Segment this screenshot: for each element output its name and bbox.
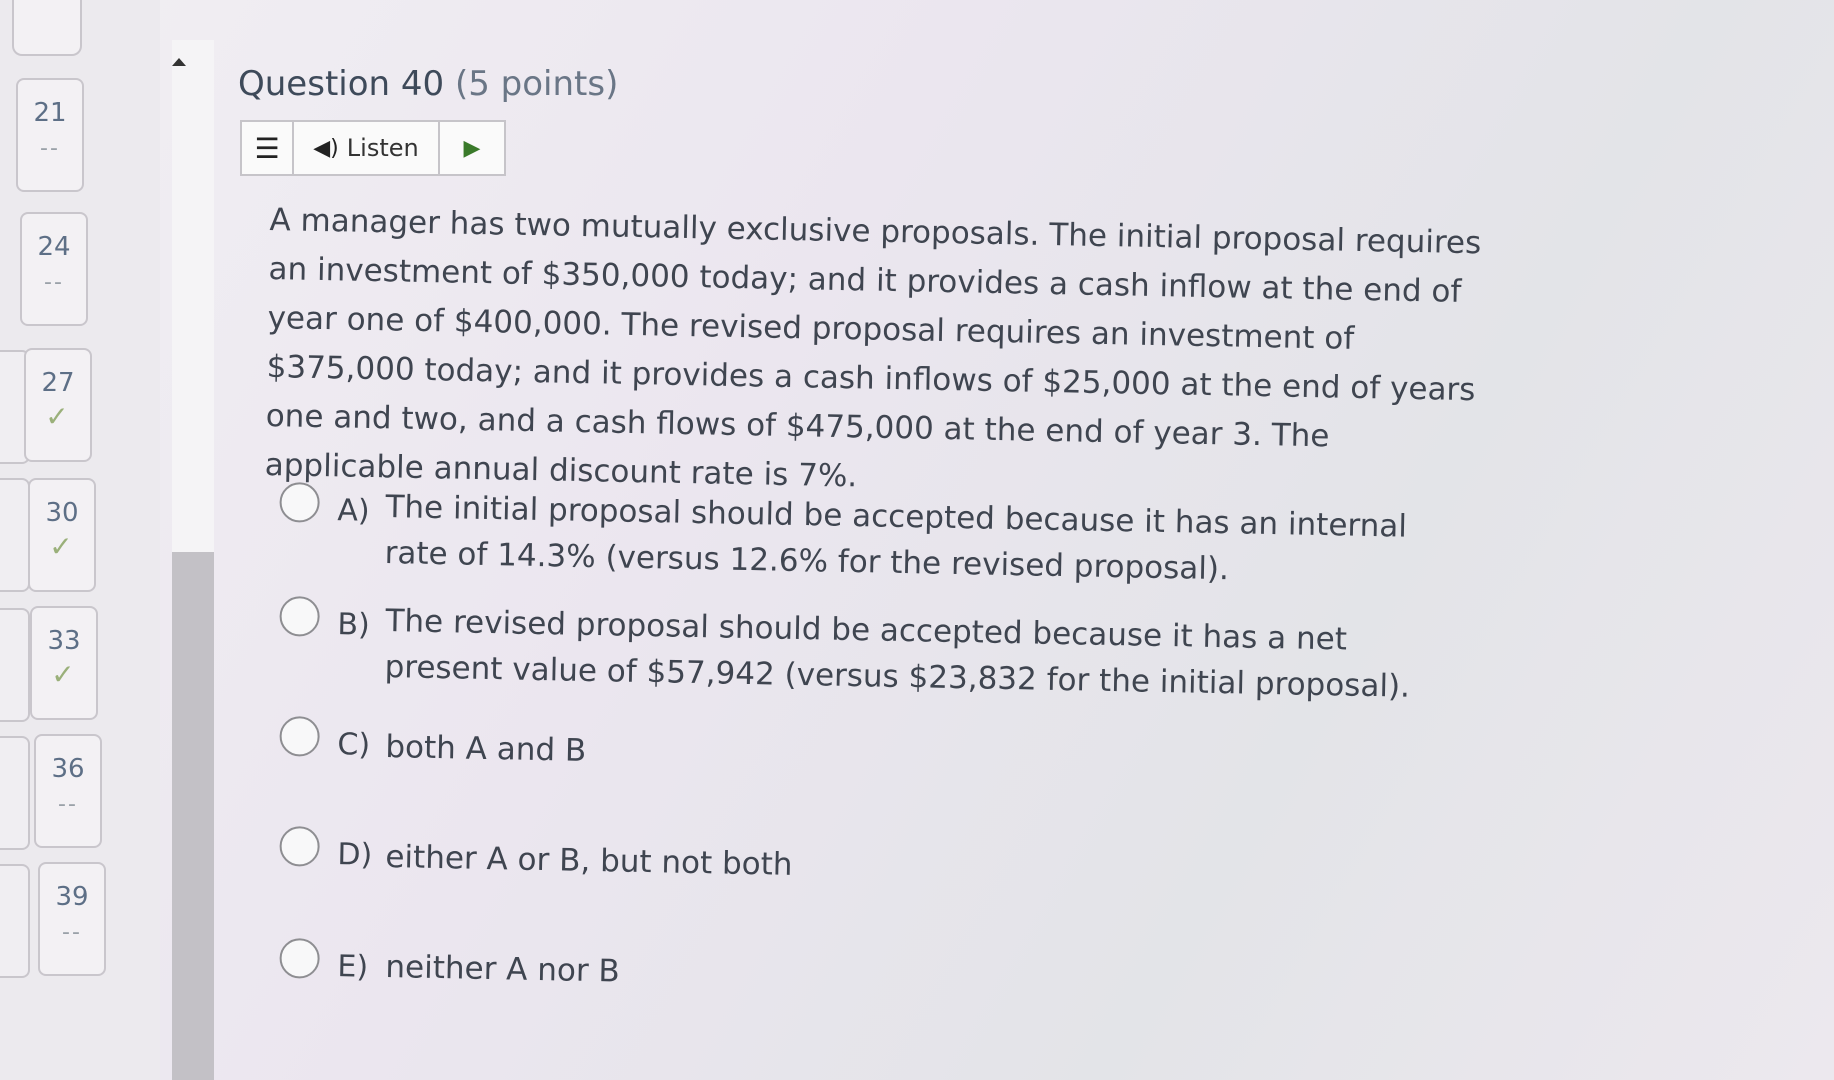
listen-label: Listen bbox=[346, 134, 419, 162]
radio-button[interactable] bbox=[279, 482, 320, 523]
question-status: -- bbox=[40, 136, 60, 161]
answer-option-d[interactable]: D) either A or B, but not both bbox=[279, 826, 1480, 883]
option-text: The revised proposal should be accepted … bbox=[384, 603, 1411, 705]
question-status: -- bbox=[44, 270, 64, 295]
option-letter: A) bbox=[337, 493, 371, 529]
question-status: -- bbox=[62, 920, 82, 945]
question-title: Question 40 (5 points) bbox=[238, 64, 618, 104]
option-letter: C) bbox=[337, 727, 371, 763]
question-navigator: 21 -- 24 -- 27 ✓ 30 ✓ 33 ✓ 36 -- 39 -- bbox=[0, 0, 160, 1080]
answered-check-icon: ✓ bbox=[45, 400, 71, 433]
radio-button[interactable] bbox=[279, 826, 320, 867]
answered-check-icon: ✓ bbox=[51, 658, 77, 691]
option-letter: E) bbox=[337, 949, 369, 985]
question-card-24[interactable]: 24 -- bbox=[20, 212, 88, 326]
question-number: 33 bbox=[47, 626, 81, 656]
answer-option-c[interactable]: C) both A and B bbox=[279, 716, 1480, 769]
question-number: 30 bbox=[45, 498, 79, 528]
question-card-partial bbox=[0, 864, 30, 978]
play-icon[interactable]: ▶ bbox=[440, 122, 504, 174]
scroll-up-arrow-icon[interactable] bbox=[172, 58, 186, 66]
question-card-27[interactable]: 27 ✓ bbox=[24, 348, 92, 462]
question-card-previous[interactable] bbox=[12, 0, 82, 56]
radio-button[interactable] bbox=[279, 596, 320, 637]
question-card-partial bbox=[0, 478, 30, 592]
option-text: The initial proposal should be accepted … bbox=[384, 489, 1408, 588]
question-card-30[interactable]: 30 ✓ bbox=[28, 478, 96, 592]
listen-button[interactable]: ◀) Listen bbox=[294, 122, 440, 174]
answered-check-icon: ✓ bbox=[49, 530, 75, 563]
scrollbar-thumb[interactable] bbox=[172, 552, 214, 1080]
answer-option-e[interactable]: E) neither A nor B bbox=[279, 938, 1480, 990]
question-number: 39 bbox=[55, 882, 89, 912]
question-card-36[interactable]: 36 -- bbox=[34, 734, 102, 848]
listen-toolbar: ☰ ◀) Listen ▶ bbox=[240, 120, 506, 176]
question-text: A manager has two mutually exclusive pro… bbox=[264, 201, 1482, 495]
quiz-page: 21 -- 24 -- 27 ✓ 30 ✓ 33 ✓ 36 -- 39 -- Q… bbox=[0, 0, 1834, 1080]
radio-button[interactable] bbox=[279, 716, 320, 757]
question-number: 21 bbox=[33, 98, 67, 128]
question-card-partial bbox=[0, 736, 30, 850]
option-letter: B) bbox=[337, 607, 371, 643]
question-card-33[interactable]: 33 ✓ bbox=[30, 606, 98, 720]
question-label: Question 40 bbox=[238, 64, 445, 104]
speaker-icon: ◀) bbox=[313, 135, 339, 161]
question-points: (5 points) bbox=[454, 64, 619, 104]
option-letter: D) bbox=[337, 837, 373, 873]
option-text: neither A nor B bbox=[385, 949, 621, 990]
question-card-21[interactable]: 21 -- bbox=[16, 78, 84, 192]
question-card-39[interactable]: 39 -- bbox=[38, 862, 106, 976]
question-number: 24 bbox=[37, 232, 71, 262]
answer-option-b[interactable]: B) The revised proposal should be accept… bbox=[279, 596, 1480, 705]
option-text: either A or B, but not both bbox=[385, 839, 793, 883]
radio-button[interactable] bbox=[279, 938, 320, 979]
question-number: 27 bbox=[41, 368, 75, 398]
menu-icon[interactable]: ☰ bbox=[242, 122, 294, 174]
question-card-partial bbox=[0, 608, 30, 722]
question-number: 36 bbox=[51, 754, 85, 784]
question-status: -- bbox=[58, 792, 78, 817]
option-text: both A and B bbox=[385, 729, 587, 769]
